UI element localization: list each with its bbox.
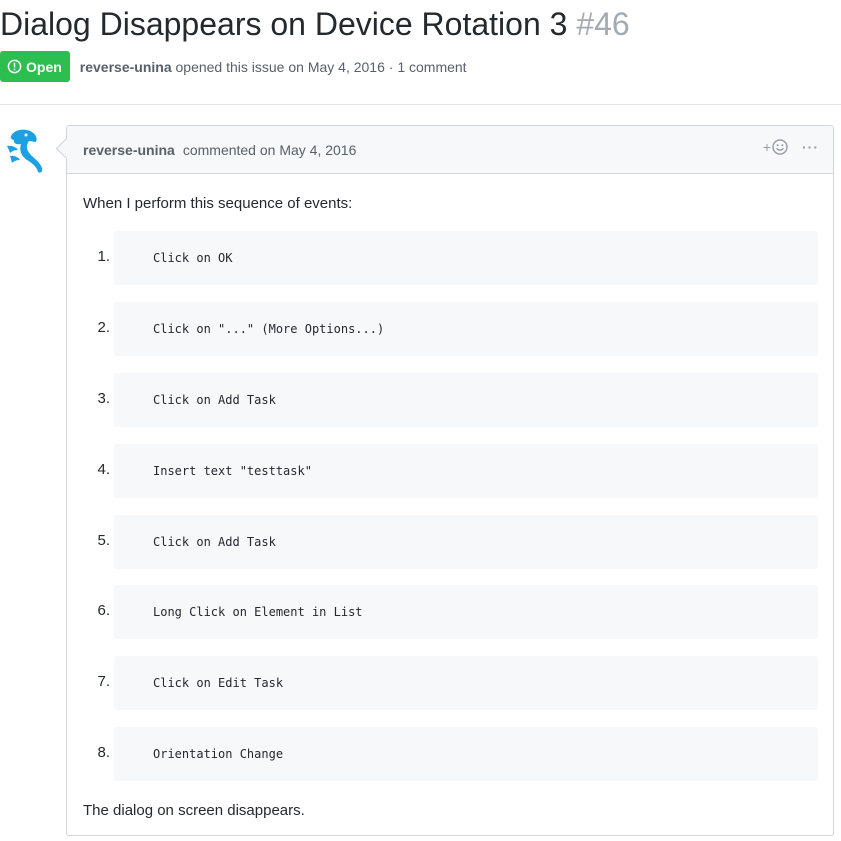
list-item: 5. Click on Add Task — [67, 515, 835, 569]
step-number: 1. — [97, 248, 110, 265]
step-number: 8. — [97, 744, 110, 761]
step-code: Click on "..." (More Options...) — [153, 322, 385, 336]
smiley-icon — [772, 139, 788, 155]
list-item: 3. Click on Add Task — [67, 373, 835, 427]
avatar[interactable] — [4, 126, 48, 174]
step-number: 2. — [97, 319, 110, 336]
issue-opened-icon — [7, 59, 22, 74]
code-block: Click on Add Task — [114, 373, 818, 427]
comment-count: 1 comment — [397, 58, 467, 75]
comment-intro: When I perform this sequence of events: — [83, 195, 353, 212]
step-number: 7. — [97, 673, 110, 690]
step-number: 6. — [97, 602, 110, 619]
step-code: Click on Add Task — [153, 393, 276, 407]
step-code: Long Click on Element in List — [153, 605, 363, 619]
code-block: Click on Edit Task — [114, 656, 818, 710]
issue-title-text: Dialog Disappears on Device Rotation 3 — [0, 6, 568, 42]
issue-author-link[interactable]: reverse-unina — [80, 59, 172, 75]
issue-title: Dialog Disappears on Device Rotation 3 #… — [0, 2, 630, 46]
step-number: 4. — [97, 461, 110, 478]
issue-number: #46 — [576, 6, 630, 42]
comment-timestamp[interactable]: commented on May 4, 2016 — [183, 142, 357, 158]
code-block: Long Click on Element in List — [114, 585, 818, 639]
code-block: Click on "..." (More Options...) — [114, 302, 818, 356]
meta-separator: · — [388, 58, 394, 75]
list-item: 2. Click on "..." (More Options...) — [67, 302, 835, 356]
comment-header: reverse-unina commented on May 4, 2016 +… — [67, 126, 833, 174]
status-label: Open — [26, 58, 62, 75]
comment-outro: The dialog on screen disappears. — [83, 802, 305, 819]
add-reaction-button[interactable]: + — [763, 139, 788, 155]
comment-author-link[interactable]: reverse-unina — [83, 142, 175, 158]
list-item: 8. Orientation Change — [67, 727, 835, 781]
list-item: 7. Click on Edit Task — [67, 656, 835, 710]
comment-actions: + ··· — [763, 139, 819, 155]
comment-box: reverse-unina commented on May 4, 2016 +… — [66, 125, 834, 836]
reaction-plus: + — [762, 139, 771, 155]
header-divider — [0, 104, 841, 105]
code-block: Click on OK — [114, 231, 818, 285]
code-block: Orientation Change — [114, 727, 818, 781]
list-item: 6. Long Click on Element in List — [67, 585, 835, 639]
list-item: 1. Click on OK — [67, 231, 835, 285]
step-number: 5. — [97, 532, 110, 549]
code-block: Insert text "testtask" — [114, 444, 818, 498]
issue-meta-text: reverse-unina opened this issue on May 4… — [80, 59, 467, 75]
seahorse-avatar-icon — [7, 129, 43, 173]
step-code: Click on OK — [153, 251, 233, 265]
list-item: 4. Insert text "testtask" — [67, 444, 835, 498]
issue-meta: Open reverse-unina opened this issue on … — [0, 51, 467, 82]
status-badge: Open — [0, 51, 70, 82]
code-block: Click on Add Task — [114, 515, 818, 569]
more-options-button[interactable]: ··· — [802, 139, 819, 155]
step-code: Insert text "testtask" — [153, 464, 312, 478]
step-number: 3. — [97, 390, 110, 407]
issue-opened-text: opened this issue on May 4, 2016 — [175, 58, 385, 75]
step-code: Click on Edit Task — [153, 676, 284, 690]
step-code: Click on Add Task — [153, 535, 276, 549]
step-code: Orientation Change — [153, 747, 284, 761]
